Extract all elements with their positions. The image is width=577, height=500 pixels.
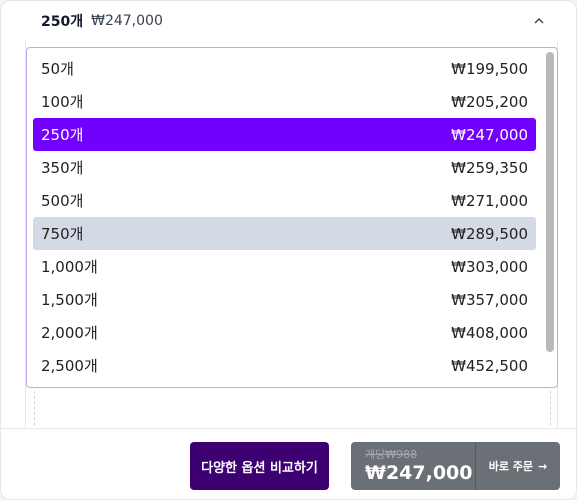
option-item[interactable]: 350개 ₩259,350 — [33, 151, 536, 184]
option-quantity: 50개 — [41, 60, 74, 78]
option-price: ₩205,200 — [451, 92, 528, 111]
option-price: ₩247,000 — [451, 125, 528, 144]
option-item[interactable]: 1,000개 ₩303,000 — [33, 250, 536, 283]
option-item[interactable]: 100개 ₩205,200 — [33, 85, 536, 118]
option-price: ₩408,000 — [451, 323, 528, 342]
buy-now-label: 바로 주문 — [488, 460, 534, 473]
option-list: 50개 ₩199,500 100개 ₩205,200 250개 ₩247,000 350개 ₩… — [33, 52, 557, 382]
compare-options-button[interactable]: 다양한 옵션 비교하기 — [190, 442, 329, 490]
option-quantity: 1,000개 — [41, 258, 98, 276]
option-price: ₩289,500 — [451, 224, 528, 243]
option-quantity: 2,500개 — [41, 357, 98, 375]
option-price: ₩259,350 — [451, 158, 528, 177]
unit-price: 개당₩988 — [365, 446, 417, 462]
option-item[interactable]: 2,000개 ₩408,000 — [33, 316, 536, 349]
option-quantity: 750개 — [41, 225, 84, 243]
order-price-area: 개당₩988 ₩247,000 — [351, 442, 475, 490]
option-quantity: 350개 — [41, 159, 84, 177]
option-quantity: 2,000개 — [41, 324, 98, 342]
option-price: ₩357,000 — [451, 290, 528, 309]
unit-price-value: ₩988 — [385, 448, 418, 461]
scrollbar-track[interactable] — [544, 50, 555, 385]
option-item[interactable]: 2,500개 ₩452,500 — [33, 349, 536, 382]
option-select-header[interactable]: 250개 ₩247,000 — [1, 1, 576, 41]
quantity-dropdown-list[interactable]: 50개 ₩199,500 100개 ₩205,200 250개 ₩247,000 350개 ₩… — [26, 47, 558, 388]
option-item[interactable]: 500개 ₩271,000 — [33, 184, 536, 217]
option-price: ₩303,000 — [451, 257, 528, 276]
option-item[interactable]: 1,500개 ₩357,000 — [33, 283, 536, 316]
unit-price-label: 개당 — [365, 448, 386, 461]
order-group: 개당₩988 ₩247,000 바로 주문 → — [351, 442, 560, 490]
chevron-up-icon[interactable] — [534, 18, 544, 24]
selected-price: ₩247,000 — [91, 13, 163, 29]
option-quantity: 1,500개 — [41, 291, 98, 309]
option-item[interactable]: 50개 ₩199,500 — [33, 52, 536, 85]
option-placeholder-box — [34, 391, 551, 431]
total-price: ₩247,000 — [365, 462, 473, 484]
option-item[interactable]: 250개 ₩247,000 — [33, 118, 536, 151]
option-panel: 250개 ₩247,000 50개 ₩199,500 100개 ₩205,200 250… — [0, 0, 577, 500]
option-quantity: 500개 — [41, 192, 84, 210]
scrollbar-thumb[interactable] — [546, 52, 554, 352]
option-quantity: 100개 — [41, 93, 84, 111]
option-quantity: 250개 — [41, 126, 84, 144]
option-price: ₩199,500 — [451, 59, 528, 78]
buy-now-button[interactable]: 바로 주문 → — [476, 442, 560, 490]
option-price: ₩271,000 — [451, 191, 528, 210]
option-item[interactable]: 750개 ₩289,500 — [33, 217, 536, 250]
option-price: ₩452,500 — [451, 356, 528, 375]
arrow-right-icon: → — [538, 459, 548, 473]
selected-quantity: 250개 — [41, 14, 84, 30]
